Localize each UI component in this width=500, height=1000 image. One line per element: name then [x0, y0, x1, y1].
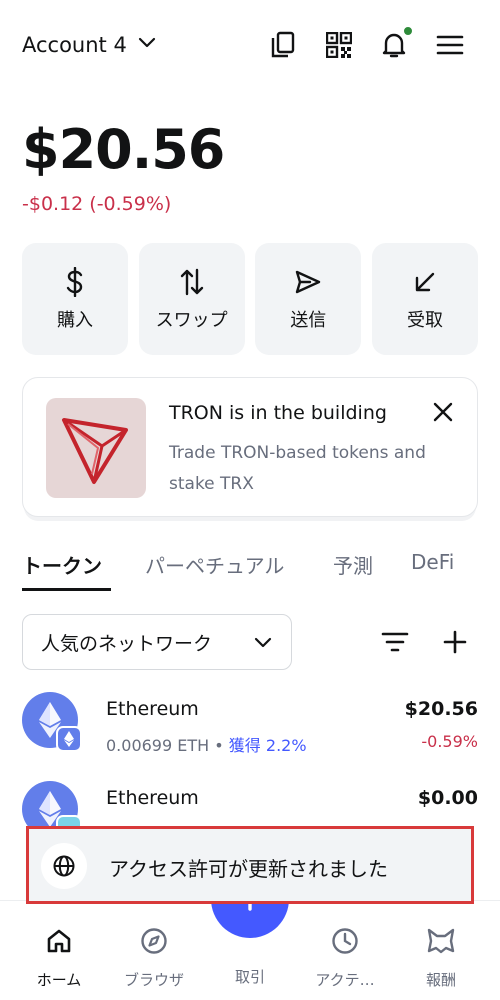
token-name: Ethereum — [106, 787, 199, 809]
receive-icon — [412, 266, 438, 298]
tab-perpetuals[interactable]: パーペチュアル — [145, 550, 284, 579]
fox-icon — [426, 927, 456, 959]
token-row[interactable]: Ethereum 0.00699 ETH • 獲得 2.2% $20.56 -0… — [22, 692, 478, 762]
network-filter-dropdown[interactable]: 人気のネットワーク — [22, 614, 292, 670]
compass-icon — [140, 927, 168, 959]
send-button[interactable]: 送信 — [255, 243, 362, 355]
nav-rewards-label: 報酬 — [425, 971, 456, 989]
tron-logo-icon — [46, 398, 146, 498]
clock-icon — [331, 927, 359, 959]
sort-filter-icon[interactable] — [380, 627, 410, 657]
qr-code-icon[interactable] — [324, 30, 354, 60]
tron-promo-banner[interactable]: TRON is in the building Trade TRON-based… — [22, 377, 478, 517]
swap-icon — [179, 266, 205, 298]
banner-title: TRON is in the building — [169, 402, 387, 424]
token-change: -0.59% — [421, 732, 478, 751]
token-value: $20.56 — [404, 698, 478, 720]
network-badge-icon — [56, 726, 82, 752]
permission-updated-toast: アクセス許可が更新されました — [26, 826, 474, 904]
bell-icon[interactable] — [379, 26, 413, 60]
account-name: Account 4 — [22, 32, 127, 57]
nav-browser-label: ブラウザ — [123, 971, 184, 989]
token-amount: 0.00699 ETH — [106, 736, 210, 755]
send-label: 送信 — [290, 310, 327, 331]
copy-icon[interactable] — [268, 30, 298, 60]
globe-icon — [41, 843, 87, 889]
chevron-down-icon — [253, 632, 273, 657]
receive-label: 受取 — [406, 310, 443, 331]
swap-label: スワップ — [155, 310, 228, 331]
nav-activity[interactable]: アクテ… — [300, 927, 390, 990]
nav-trade-label: 取引 — [234, 968, 265, 986]
network-filter-value: 人気のネットワーク — [41, 632, 213, 655]
chevron-down-icon — [137, 32, 157, 57]
total-balance: $20.56 — [22, 118, 225, 181]
token-amount-line: 0.00699 ETH • 獲得 2.2% — [106, 732, 307, 756]
balance-change: -$0.12 (-0.59%) — [22, 193, 172, 215]
asset-tabs: トークン パーペチュアル 予測 DeFi — [22, 548, 482, 592]
token-name: Ethereum — [106, 698, 199, 720]
tab-predictions[interactable]: 予測 — [333, 550, 373, 579]
close-icon[interactable] — [431, 400, 455, 424]
banner-description: Trade TRON-based tokens and stake TRX — [169, 443, 426, 494]
action-buttons: 購入 スワップ 送信 受取 — [22, 243, 478, 355]
buy-label: 購入 — [57, 310, 93, 331]
nav-browser[interactable]: ブラウザ — [109, 927, 199, 990]
nav-home-label: ホーム — [36, 971, 82, 989]
nav-home[interactable]: ホーム — [14, 927, 104, 990]
nav-rewards[interactable]: 報酬 — [396, 927, 486, 990]
token-value: $0.00 — [417, 787, 478, 809]
buy-button[interactable]: 購入 — [22, 243, 128, 355]
swap-button[interactable]: スワップ — [138, 243, 245, 355]
separator-dot: • — [214, 736, 229, 755]
dollar-icon — [64, 266, 86, 298]
receive-button[interactable]: 受取 — [371, 243, 478, 355]
nav-activity-label: アクテ… — [315, 971, 375, 989]
tab-tokens[interactable]: トークン — [22, 550, 102, 579]
header: Account 4 — [22, 22, 478, 72]
notification-dot — [403, 26, 413, 36]
home-icon — [45, 927, 73, 959]
add-token-icon[interactable] — [440, 627, 470, 657]
send-icon — [294, 266, 322, 298]
account-selector[interactable]: Account 4 — [22, 32, 157, 57]
toast-message: アクセス許可が更新されました — [109, 857, 388, 881]
menu-icon[interactable] — [435, 30, 465, 60]
active-tab-indicator — [22, 588, 111, 591]
earn-rate-link[interactable]: 獲得 2.2% — [229, 736, 307, 755]
tab-defi[interactable]: DeFi — [411, 550, 454, 574]
